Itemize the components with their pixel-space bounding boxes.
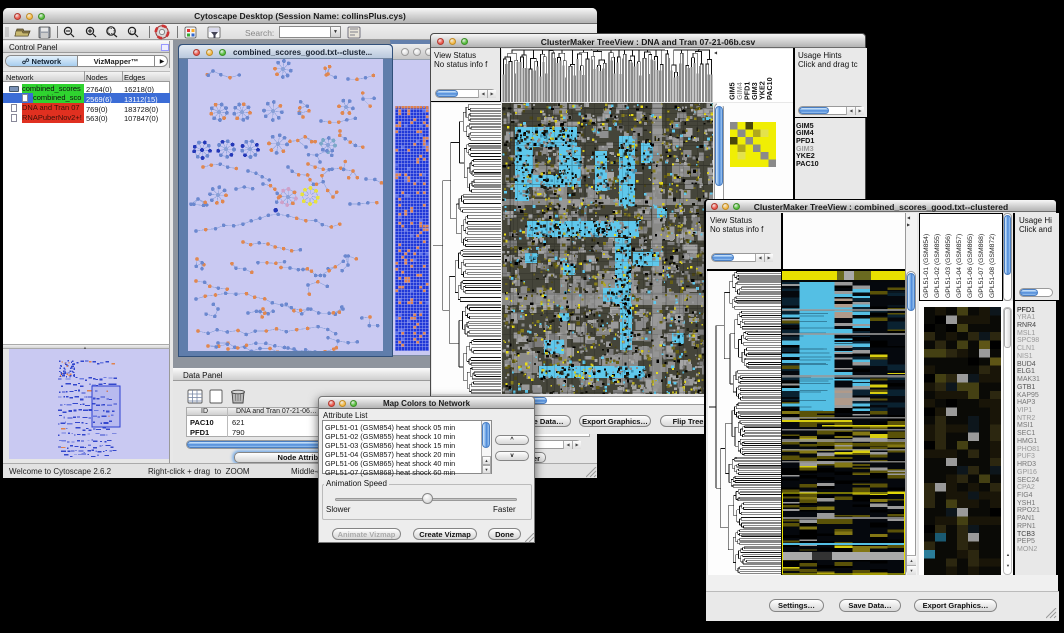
svg-text:PAC10: PAC10 [765,77,774,100]
svg-text:1:1: 1:1 [130,30,137,35]
